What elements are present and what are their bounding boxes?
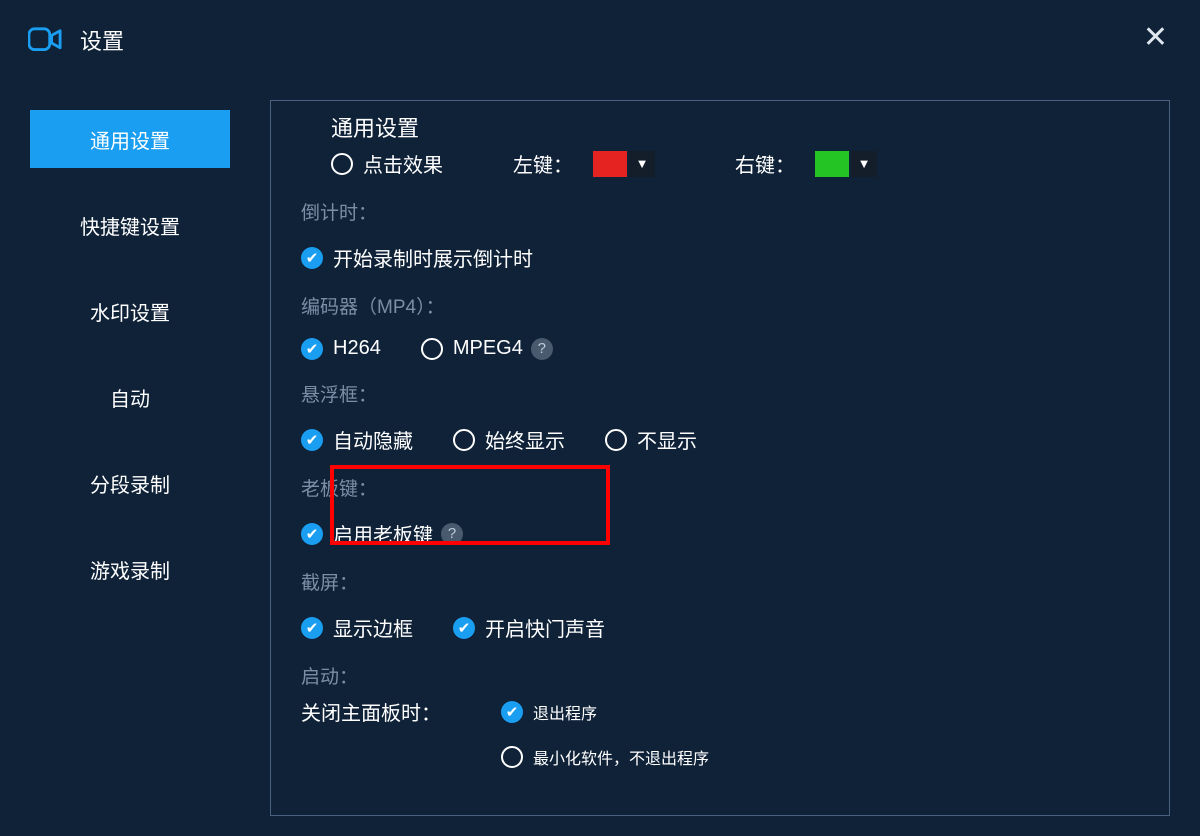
check-icon: ✔ — [301, 247, 323, 269]
check-icon: ✔ — [301, 429, 323, 451]
check-icon: ✔ — [453, 617, 475, 639]
chevron-down-icon: ▼ — [629, 151, 655, 177]
encoder-section-label: 编码器（MP4）： — [301, 292, 1139, 319]
right-click-label: 右键： — [735, 149, 795, 178]
color-swatch-green — [815, 151, 849, 177]
encoder-mpeg4-label: MPEG4 — [453, 337, 523, 360]
screenshot-shutter-label: 开启快门声音 — [485, 613, 605, 642]
screenshot-border-option[interactable]: ✔ 显示边框 — [301, 613, 413, 642]
check-icon: ✔ — [301, 617, 323, 639]
sidebar-item-auto[interactable]: 自动 — [30, 368, 230, 426]
startup-minimize-label: 最小化软件，不退出程序 — [533, 745, 709, 769]
startup-exit-label: 退出程序 — [533, 700, 597, 724]
screenshot-shutter-option[interactable]: ✔ 开启快门声音 — [453, 613, 605, 642]
sidebar-item-general[interactable]: 通用设置 — [30, 110, 230, 168]
screenshot-border-label: 显示边框 — [333, 613, 413, 642]
float-section-label: 悬浮框： — [301, 380, 1139, 407]
float-always-label: 始终显示 — [485, 425, 565, 454]
close-panel-label: 关闭主面板时： — [301, 697, 441, 726]
encoder-mpeg4-option[interactable]: MPEG4 ? — [421, 337, 553, 360]
window-title: 设置 — [80, 24, 124, 56]
app-icon — [28, 26, 62, 54]
startup-exit-option[interactable]: ✔ 退出程序 — [501, 700, 597, 724]
click-effect-option[interactable]: 点击效果 — [331, 149, 443, 178]
radio-icon — [605, 429, 627, 451]
titlebar: 设置 ✕ — [0, 0, 1200, 80]
help-icon[interactable]: ? — [531, 338, 553, 360]
float-always-option[interactable]: 始终显示 — [453, 425, 565, 454]
chevron-down-icon: ▼ — [851, 151, 877, 177]
radio-icon — [331, 153, 353, 175]
encoder-h264-label: H264 — [333, 337, 381, 360]
radio-icon — [453, 429, 475, 451]
color-swatch-red — [593, 151, 627, 177]
countdown-section-label: 倒计时： — [301, 198, 1139, 225]
close-icon[interactable]: ✕ — [1143, 20, 1168, 55]
sidebar-item-watermark[interactable]: 水印设置 — [30, 282, 230, 340]
float-never-label: 不显示 — [637, 425, 697, 454]
sidebar: 通用设置 快捷键设置 水印设置 自动 分段录制 游戏录制 — [0, 80, 260, 836]
sidebar-item-segment[interactable]: 分段录制 — [30, 454, 230, 512]
screenshot-section-label: 截屏： — [301, 568, 1139, 595]
encoder-h264-option[interactable]: ✔ H264 — [301, 337, 381, 360]
countdown-option-label: 开始录制时展示倒计时 — [333, 243, 533, 272]
bosskey-section-label: 老板键： — [301, 474, 1139, 501]
countdown-option[interactable]: ✔ 开始录制时展示倒计时 — [301, 243, 533, 272]
check-icon: ✔ — [301, 523, 323, 545]
section-heading: 通用设置 — [331, 111, 1139, 143]
startup-section-label: 启动： — [301, 662, 1139, 689]
radio-icon — [501, 746, 523, 768]
bosskey-option[interactable]: ✔ 启用老板键 ? — [301, 519, 463, 548]
check-icon: ✔ — [501, 701, 523, 723]
help-icon[interactable]: ? — [441, 523, 463, 545]
sidebar-item-hotkeys[interactable]: 快捷键设置 — [30, 196, 230, 254]
left-click-label: 左键： — [513, 149, 573, 178]
sidebar-item-game[interactable]: 游戏录制 — [30, 540, 230, 598]
left-click-color-picker[interactable]: ▼ — [593, 151, 655, 177]
bosskey-option-label: 启用老板键 — [333, 519, 433, 548]
float-autohide-option[interactable]: ✔ 自动隐藏 — [301, 425, 413, 454]
main-panel: 通用设置 点击效果 左键： ▼ 右键： ▼ 倒计时： ✔ 开 — [270, 100, 1170, 816]
float-never-option[interactable]: 不显示 — [605, 425, 697, 454]
float-autohide-label: 自动隐藏 — [333, 425, 413, 454]
click-effect-label: 点击效果 — [363, 149, 443, 178]
right-click-color-picker[interactable]: ▼ — [815, 151, 877, 177]
startup-minimize-option[interactable]: 最小化软件，不退出程序 — [501, 745, 709, 769]
radio-icon — [421, 338, 443, 360]
check-icon: ✔ — [301, 338, 323, 360]
